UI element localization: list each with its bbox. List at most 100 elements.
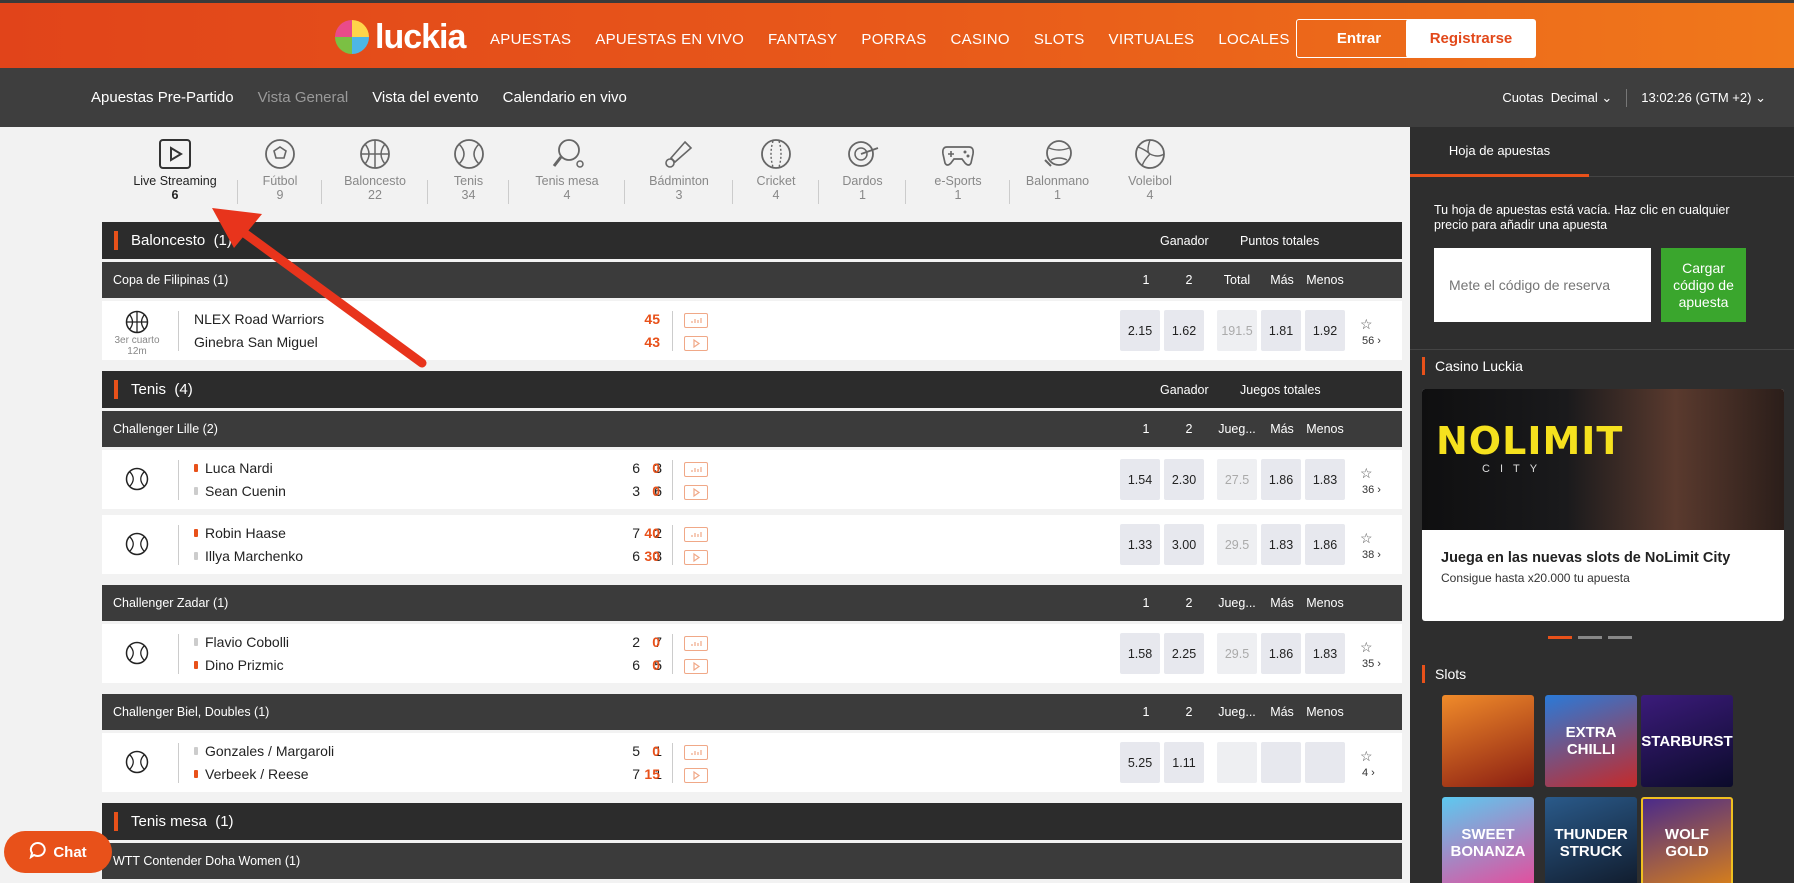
sport-tab-badminton[interactable]: Bádminton 3 (625, 137, 733, 211)
odds-button-2[interactable]: 2.30 (1164, 459, 1204, 500)
sport-tab-balonmano[interactable]: Balonmano 1 (1010, 137, 1105, 211)
stats-icon[interactable] (684, 636, 708, 651)
booking-code-input[interactable] (1434, 248, 1651, 322)
odds-button-1[interactable]: 5.25 (1120, 742, 1160, 783)
casino-promo-banner[interactable]: NOLIMIT CITY Juega en las nuevas slots d… (1422, 389, 1784, 621)
star-icon[interactable]: ☆ (1360, 465, 1373, 482)
nav-porras[interactable]: PORRAS (861, 31, 926, 48)
carousel-dot[interactable] (1548, 636, 1572, 639)
odds-button-1[interactable]: 1.54 (1120, 459, 1160, 500)
carousel-dot[interactable] (1608, 636, 1632, 639)
slot-tile-extra-chilli[interactable]: EXTRA CHILLI (1545, 695, 1637, 787)
event-row[interactable]: Luca Nardi Sean Cuenin 6 3 3 6 0 0 1.54 2.30 27.5 1… (102, 450, 1402, 509)
luckia-logo[interactable]: luckia (335, 20, 466, 54)
odds-button-under[interactable]: 1.86 (1305, 524, 1345, 565)
sport-tab-live-streaming[interactable]: Live Streaming 6 (112, 137, 238, 211)
competition-header[interactable]: Copa de Filipinas (1) 1 2 Total Más Meno… (102, 262, 1402, 298)
odds-button-under[interactable]: 1.83 (1305, 633, 1345, 674)
video-play-icon[interactable] (684, 485, 708, 500)
login-button[interactable]: Entrar (1296, 19, 1422, 58)
carousel-dot[interactable] (1578, 636, 1602, 639)
competition-header[interactable]: Challenger Zadar (1) 1 2 Jueg... Más Men… (102, 585, 1402, 621)
event-row[interactable]: 3er cuarto 12m NLEX Road Warriors Ginebra… (102, 301, 1402, 360)
subnav-vista-evento[interactable]: Vista del evento (372, 89, 478, 106)
odds-button-over[interactable]: 1.83 (1261, 524, 1301, 565)
nav-fantasy[interactable]: FANTASY (768, 31, 837, 48)
video-play-icon[interactable] (684, 550, 708, 565)
nav-slots[interactable]: SLOTS (1034, 31, 1085, 48)
odds-button-under[interactable] (1305, 742, 1345, 783)
nolimit-logo: NOLIMIT (1436, 419, 1624, 463)
subnav-calendario[interactable]: Calendario en vivo (503, 89, 627, 106)
clock-selector[interactable]: 13:02:26 (GTM +2) ⌄ (1641, 90, 1766, 106)
slot-tile-starburst[interactable]: STARBURST (1641, 695, 1733, 787)
slot-tile-sweet-bonanza[interactable]: SWEET BONANZA (1442, 797, 1534, 883)
event-row[interactable]: Gonzales / Margaroli Verbeek / Reese 5 7 1 1 0… (102, 733, 1402, 792)
stats-icon[interactable] (684, 527, 708, 542)
star-icon[interactable]: ☆ (1360, 316, 1373, 333)
slot-tile-thunderstruck[interactable]: THUNDER STRUCK (1545, 797, 1637, 883)
more-markets-link[interactable]: 38 › (1362, 549, 1381, 561)
subnav-vista-general[interactable]: Vista General (258, 89, 349, 106)
odds-button-1[interactable]: 1.33 (1120, 524, 1160, 565)
sport-tab-tenis-mesa[interactable]: Tenis mesa 4 (509, 137, 625, 211)
odds-button-1[interactable]: 1.58 (1120, 633, 1160, 674)
odds-button-1[interactable]: 2.15 (1120, 310, 1160, 351)
odds-format-selector[interactable]: Cuotas Decimal ⌄ (1502, 90, 1612, 106)
odds-button-over[interactable]: 1.86 (1261, 459, 1301, 500)
event-row[interactable]: Flavio Cobolli Dino Prizmic 2 6 7 5 0 0 1.58 2.25… (102, 624, 1402, 683)
odds-button-2[interactable]: 3.00 (1164, 524, 1204, 565)
sport-tab-voleibol[interactable]: Voleibol 4 (1105, 137, 1195, 211)
register-button[interactable]: Registrarse (1406, 19, 1536, 58)
sport-tab-baloncesto[interactable]: Baloncesto 22 (322, 137, 428, 211)
odds-button-over[interactable]: 1.81 (1261, 310, 1301, 351)
odds-button-2[interactable]: 2.25 (1164, 633, 1204, 674)
nav-apuestas[interactable]: APUESTAS (490, 31, 571, 48)
sport-tab-cricket[interactable]: Cricket 4 (733, 137, 819, 211)
sport-section-header-tenis[interactable]: Tenis (4) Ganador Juegos totales (102, 371, 1402, 408)
sport-name: Live Streaming (133, 174, 217, 188)
tab-betslip[interactable]: Hoja de apuestas (1410, 127, 1589, 177)
sport-name: e-Sports (934, 174, 982, 188)
more-markets-link[interactable]: 35 › (1362, 658, 1381, 670)
nav-casino[interactable]: CASINO (951, 31, 1010, 48)
odds-button-under[interactable]: 1.83 (1305, 459, 1345, 500)
star-icon[interactable]: ☆ (1360, 748, 1373, 765)
nav-virtuales[interactable]: VIRTUALES (1109, 31, 1195, 48)
sport-tab-tenis[interactable]: Tenis 34 (428, 137, 509, 211)
odds-button-over[interactable]: 1.86 (1261, 633, 1301, 674)
competition-header[interactable]: Challenger Biel, Doubles (1) 1 2 Jueg...… (102, 694, 1402, 730)
star-icon[interactable]: ☆ (1360, 530, 1373, 547)
stats-icon[interactable] (684, 313, 708, 328)
video-play-icon[interactable] (684, 659, 708, 674)
star-icon[interactable]: ☆ (1360, 639, 1373, 656)
slot-tile-book-of-ra[interactable] (1442, 695, 1534, 787)
sport-tab-esports[interactable]: e-Sports 1 (906, 137, 1010, 211)
stats-icon[interactable] (684, 745, 708, 760)
sport-section-header-baloncesto[interactable]: Baloncesto (1) Ganador Puntos totales (102, 222, 1402, 259)
load-code-button[interactable]: Cargar código de apuesta (1661, 248, 1746, 322)
slot-tile-wolf-gold[interactable]: WOLF GOLD (1641, 797, 1733, 883)
more-markets-link[interactable]: 56 › (1362, 335, 1381, 347)
play-icon (158, 137, 192, 171)
more-markets-link[interactable]: 36 › (1362, 484, 1381, 496)
video-play-icon[interactable] (684, 768, 708, 783)
odds-button-under[interactable]: 1.92 (1305, 310, 1345, 351)
odds-button-2[interactable]: 1.11 (1164, 742, 1204, 783)
odds-button-over[interactable] (1261, 742, 1301, 783)
nav-locales[interactable]: LOCALES (1218, 31, 1289, 48)
odds-button-2[interactable]: 1.62 (1164, 310, 1204, 351)
nav-apuestas-en-vivo[interactable]: APUESTAS EN VIVO (595, 31, 744, 48)
video-play-icon[interactable] (684, 336, 708, 351)
event-row[interactable]: Robin Haase Illya Marchenko 7 6 2 3 40 30 1.33 3.… (102, 515, 1402, 574)
sport-name: Tenis mesa (535, 174, 599, 188)
competition-header[interactable]: WTT Contender Doha Women (1) (102, 843, 1402, 879)
sport-section-header-tenis-mesa[interactable]: Tenis mesa (1) (102, 803, 1402, 840)
competition-header[interactable]: Challenger Lille (2) 1 2 Jueg... Más Men… (102, 411, 1402, 447)
more-markets-link[interactable]: 4 › (1362, 767, 1375, 779)
subnav-pre-partido[interactable]: Apuestas Pre-Partido (91, 89, 234, 106)
sport-tab-futbol[interactable]: Fútbol 9 (238, 137, 322, 211)
sport-tab-dardos[interactable]: Dardos 1 (819, 137, 906, 211)
chat-button[interactable]: Chat (4, 831, 112, 873)
stats-icon[interactable] (684, 462, 708, 477)
